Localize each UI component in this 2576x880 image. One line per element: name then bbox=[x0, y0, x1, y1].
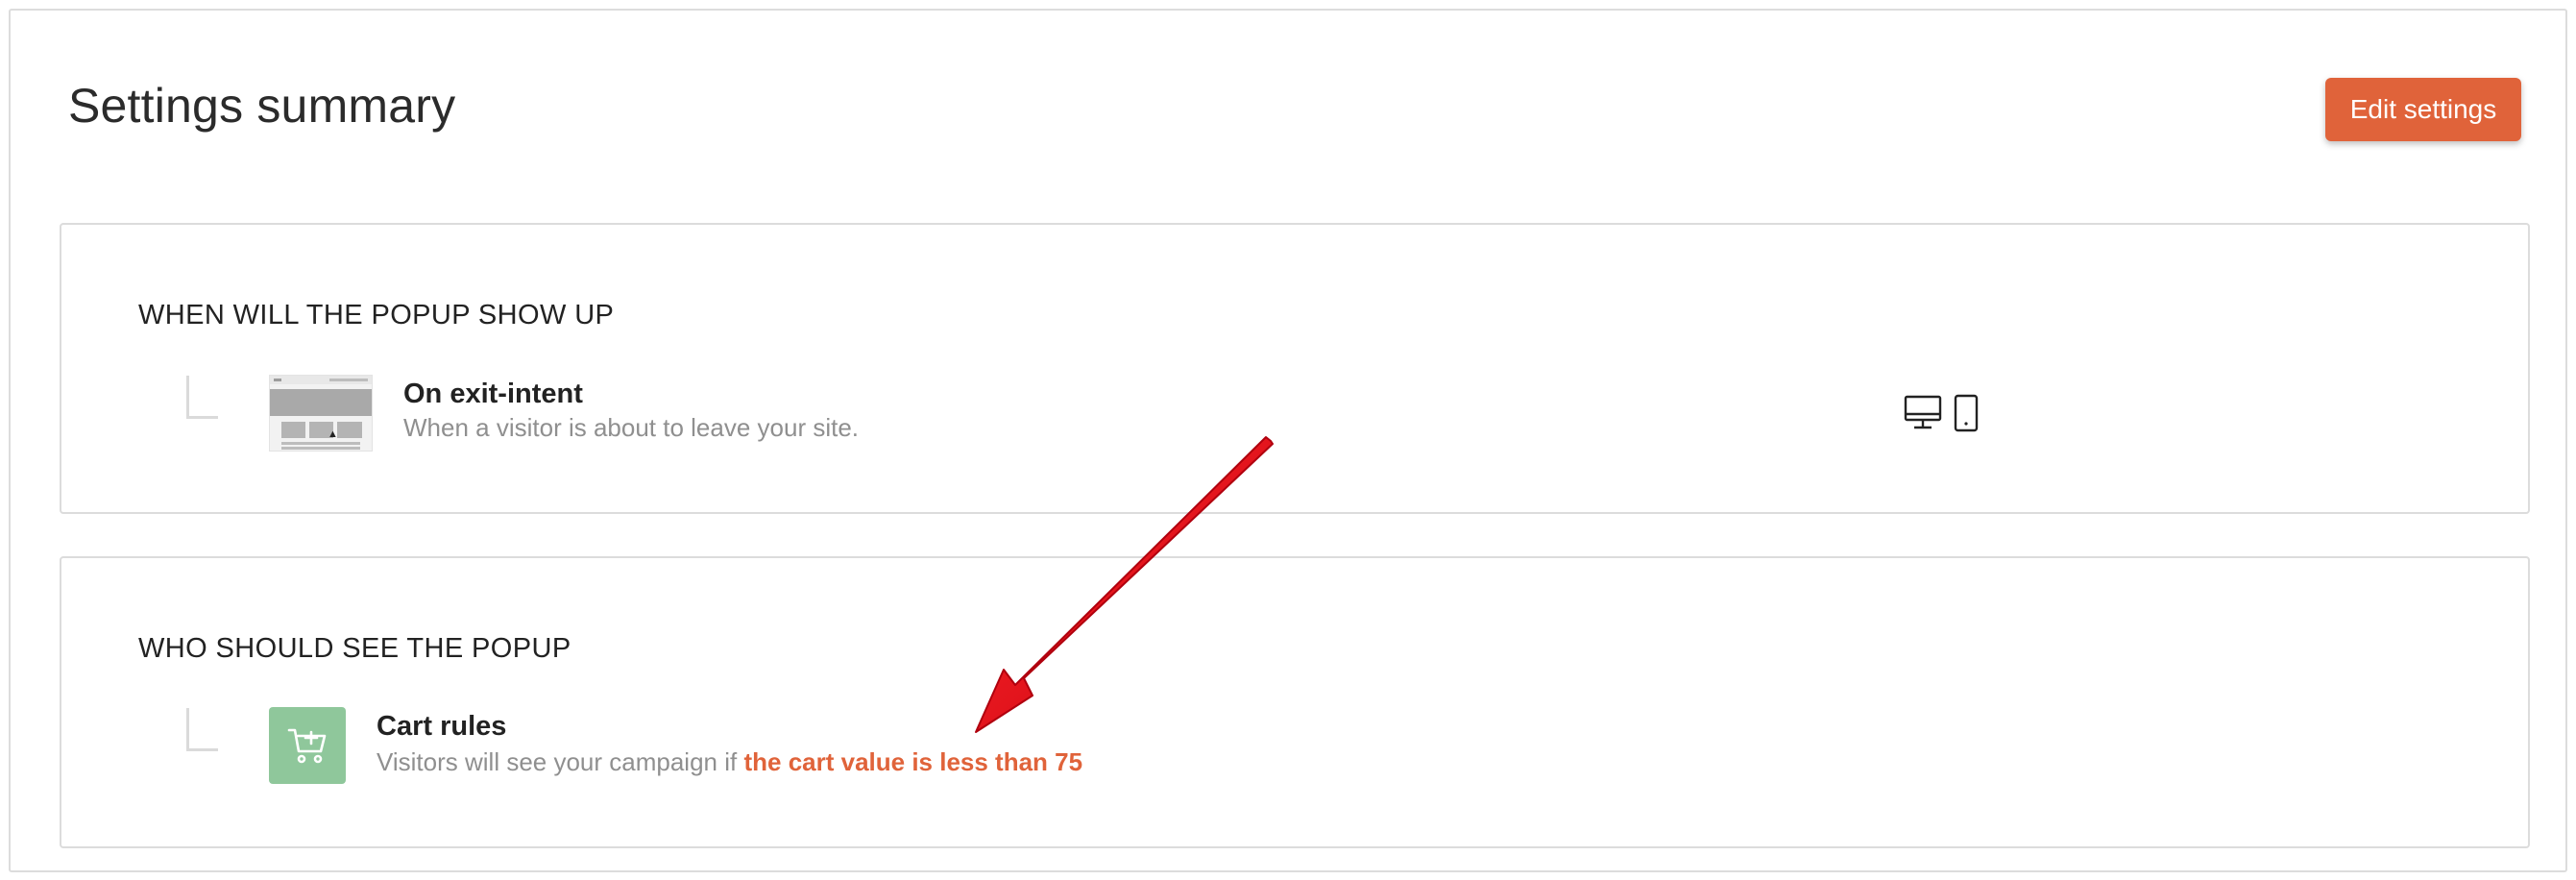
page-title: Settings summary bbox=[68, 79, 456, 133]
who-section-card: WHO SHOULD SEE THE POPUP Cart rules Visi… bbox=[60, 556, 2530, 848]
exit-intent-thumbnail: ▲ bbox=[269, 375, 373, 452]
cart-rules-icon bbox=[269, 707, 346, 784]
who-section-heading: WHO SHOULD SEE THE POPUP bbox=[138, 633, 571, 664]
rule-description-prefix: Visitors will see your campaign if bbox=[377, 747, 738, 776]
mobile-icon bbox=[1954, 394, 1979, 437]
tree-connector bbox=[186, 376, 218, 419]
trigger-title: On exit-intent bbox=[403, 379, 583, 409]
when-section-card: WHEN WILL THE POPUP SHOW UP ▲ On exit-in… bbox=[60, 223, 2530, 514]
rule-description: Visitors will see your campaign if the c… bbox=[377, 747, 1082, 777]
when-section-heading: WHEN WILL THE POPUP SHOW UP bbox=[138, 300, 615, 330]
cursor-icon: ▲ bbox=[328, 428, 338, 440]
tree-connector bbox=[186, 708, 218, 751]
rule-title: Cart rules bbox=[377, 711, 507, 742]
edit-settings-button[interactable]: Edit settings bbox=[2325, 78, 2521, 141]
rule-condition: the cart value is less than 75 bbox=[743, 747, 1083, 776]
trigger-description: When a visitor is about to leave your si… bbox=[403, 413, 860, 442]
device-icons bbox=[1904, 394, 1979, 437]
desktop-icon bbox=[1904, 395, 1942, 436]
